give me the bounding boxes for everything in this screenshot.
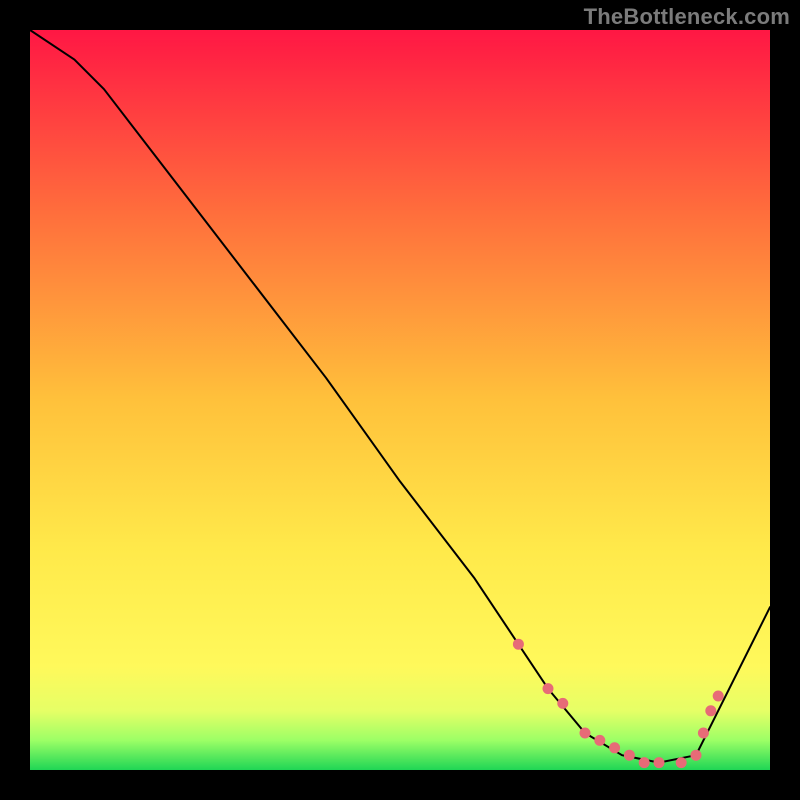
chart-plot [30, 30, 770, 770]
marker-dot [595, 735, 605, 745]
marker-dot [713, 691, 723, 701]
marker-dot [698, 728, 708, 738]
marker-dot [513, 639, 523, 649]
marker-dot [580, 728, 590, 738]
marker-dot [639, 758, 649, 768]
marker-dot [610, 743, 620, 753]
marker-dot [558, 698, 568, 708]
marker-dot [676, 758, 686, 768]
marker-dot [654, 758, 664, 768]
marker-dot [691, 750, 701, 760]
chart-frame: TheBottleneck.com [0, 0, 800, 800]
watermark-text: TheBottleneck.com [584, 4, 790, 30]
marker-dot [543, 684, 553, 694]
gradient-background [30, 30, 770, 770]
marker-dot [706, 706, 716, 716]
marker-dot [624, 750, 634, 760]
